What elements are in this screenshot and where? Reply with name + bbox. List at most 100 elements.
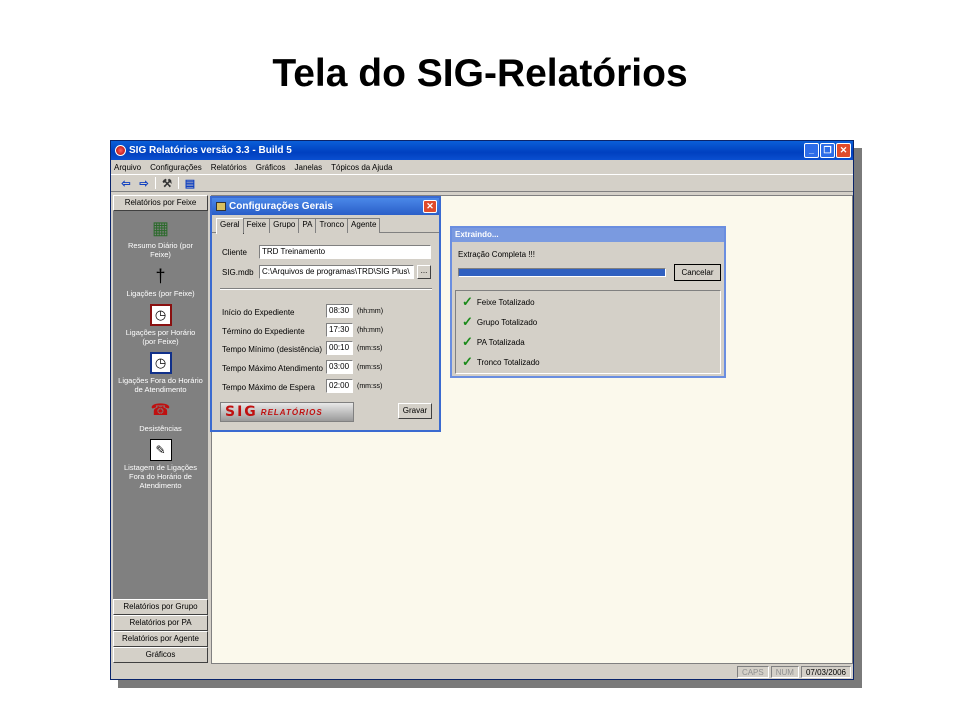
extract-progress-bar: [458, 268, 666, 277]
clock-icon: ◷: [149, 304, 172, 326]
sidebar-button-feixe[interactable]: Relatórios por Feixe: [113, 195, 208, 211]
sidebar-item-label: Listagem de Ligações Fora do Horário de …: [124, 463, 197, 490]
done-item-label: PA Totalizada: [476, 337, 525, 347]
field-label: Término do Expediente: [222, 327, 305, 336]
tab-grupo[interactable]: Grupo: [269, 218, 300, 233]
sigmdb-path-field[interactable]: C:\Arquivos de programas\TRD\SIG Plus\: [259, 265, 414, 279]
tempo-max-atendimento-field[interactable]: 03:00: [326, 360, 353, 374]
minimize-button[interactable]: _: [804, 143, 819, 158]
extract-dialog: Extraindo... Extração Completa !!! Cance…: [450, 226, 726, 378]
divider: [220, 288, 432, 290]
termino-expediente-field[interactable]: 17:30: [326, 323, 353, 337]
sidebar-item-resumo-diario[interactable]: ▦ Resumo Diário (por Feixe): [113, 217, 208, 259]
back-arrow-icon[interactable]: ⇦: [119, 177, 133, 190]
tempo-max-espera-field[interactable]: 02:00: [326, 379, 353, 393]
num-indicator: NUM: [770, 665, 799, 678]
sidebar-item-listagem[interactable]: ✎ Listagem de Ligações Fora do Horário d…: [113, 439, 208, 490]
sidebar-item-ligacoes-horario[interactable]: ◷ Ligações por Horário (por Feixe): [113, 304, 208, 346]
restore-button[interactable]: ❐: [820, 143, 835, 158]
sidebar-item-label: Ligações por Horário (por Feixe): [125, 328, 196, 346]
config-dialog: Configurações Gerais ✕ Geral Feixe Grupo…: [210, 196, 441, 432]
done-item-label: Feixe Totalizado: [476, 297, 535, 307]
menu-relatorios[interactable]: Relatórios: [211, 163, 247, 172]
title-bar[interactable]: SIG Relatórios versão 3.3 - Build 5 _ ❐ …: [111, 141, 853, 160]
window-icon[interactable]: ▤: [183, 177, 197, 190]
logo-sig: SIG: [225, 404, 258, 420]
window-title: SIG Relatórios versão 3.3 - Build 5: [129, 145, 292, 156]
checkmark-icon: ✓: [462, 354, 473, 369]
menu-janelas[interactable]: Janelas: [295, 163, 323, 172]
sidebar-item-label: Ligações (por Feixe): [126, 289, 195, 298]
unit-label: (mm:ss): [357, 364, 383, 371]
cliente-field[interactable]: TRD Treinamento: [259, 245, 431, 259]
status-date: 07/03/2006: [800, 665, 851, 678]
sidebar-button-graficos[interactable]: Gráficos: [113, 647, 208, 663]
sidebar-item-label: Ligações Fora do Horário de Atendimento: [118, 376, 203, 394]
slide-title: Tela do SIG-Relatórios: [272, 52, 688, 95]
extract-dialog-title[interactable]: Extraindo...: [452, 228, 724, 242]
config-tabs: Geral Feixe Grupo PA Tronco Agente: [212, 215, 439, 234]
menu-graficos[interactable]: Gráficos: [256, 163, 286, 172]
logo-relatorios: RELATÓRIOS: [260, 407, 323, 417]
unit-label: (mm:ss): [357, 383, 383, 390]
app-icon: [115, 145, 126, 156]
tools-icon[interactable]: ⚒: [160, 177, 174, 190]
progress-fill: [459, 269, 665, 276]
checkmark-icon: ✓: [462, 294, 473, 309]
save-button[interactable]: Gravar: [398, 403, 432, 419]
inicio-expediente-field[interactable]: 08:30: [326, 304, 353, 318]
sidebar-item-label: Resumo Diário (por Feixe): [127, 241, 194, 259]
tempo-minimo-field[interactable]: 00:10: [326, 341, 353, 355]
config-close-button[interactable]: ✕: [423, 200, 437, 213]
config-dialog-title-bar[interactable]: Configurações Gerais: [212, 198, 439, 215]
tab-geral[interactable]: Geral: [216, 218, 244, 234]
list-item: ✓ Feixe Totalizado: [462, 294, 535, 309]
sig-logo: SIG RELATÓRIOS: [220, 402, 354, 422]
field-label: Início do Expediente: [222, 308, 295, 317]
sidebar-item-desistencias[interactable]: ☎ Desistências: [113, 400, 208, 433]
list-item: ✓ PA Totalizada: [462, 334, 525, 349]
list-item: ✓ Tronco Totalizado: [462, 354, 540, 369]
sigmdb-label: SIG.mdb: [222, 268, 254, 277]
tab-agente[interactable]: Agente: [347, 218, 381, 233]
tab-feixe[interactable]: Feixe: [242, 218, 271, 233]
forward-arrow-icon[interactable]: ⇨: [137, 177, 151, 190]
sidebar-button-agente[interactable]: Relatórios por Agente: [113, 631, 208, 647]
extract-status: Extração Completa !!!: [458, 250, 535, 259]
settings-icon: [216, 202, 226, 211]
tab-pa[interactable]: PA: [298, 218, 317, 233]
done-item-label: Tronco Totalizado: [476, 357, 540, 367]
done-item-label: Grupo Totalizado: [476, 317, 538, 327]
done-list: ✓ Feixe Totalizado ✓ Grupo Totalizado ✓ …: [455, 290, 721, 374]
field-label: Tempo Máximo de Espera: [222, 383, 315, 392]
status-bar: CAPS NUM 07/03/2006: [111, 664, 853, 679]
sidebar-item-fora-horario[interactable]: ◷ Ligações Fora do Horário de Atendiment…: [113, 352, 208, 394]
sidebar-item-ligacoes[interactable]: † Ligações (por Feixe): [113, 265, 208, 298]
sidebar-button-pa[interactable]: Relatórios por PA: [113, 615, 208, 631]
clock-icon: ◷: [149, 352, 172, 374]
tab-tronco[interactable]: Tronco: [315, 218, 349, 233]
list-item: ✓ Grupo Totalizado: [462, 315, 538, 328]
caps-indicator: CAPS: [736, 665, 769, 678]
cliente-label: Cliente: [222, 248, 247, 257]
toolbar-separator: [178, 177, 179, 189]
sidebar: Relatórios por Feixe ▦ Resumo Diário (po…: [113, 195, 208, 663]
field-label: Tempo Máximo Atendimento: [222, 364, 323, 373]
toolbar-separator: [155, 177, 156, 189]
unit-label: (hh:mm): [357, 308, 384, 315]
sidebar-button-grupo[interactable]: Relatórios por Grupo: [113, 599, 208, 615]
unit-label: (hh:mm): [357, 327, 384, 334]
close-button[interactable]: ✕: [836, 143, 851, 158]
sidebar-item-label: Desistências: [139, 424, 182, 433]
menu-arquivo[interactable]: Arquivo: [114, 163, 141, 172]
cancel-button[interactable]: Cancelar: [674, 264, 721, 281]
phone-icon: ☎: [150, 402, 171, 419]
checkmark-icon: ✓: [462, 334, 473, 349]
menu-configuracoes[interactable]: Configurações: [150, 163, 202, 172]
config-dialog-title: Configurações Gerais: [229, 201, 333, 212]
toolbar: ⇦ ⇨ ⚒ ▤: [111, 174, 853, 192]
menu-topicos-ajuda[interactable]: Tópicos da Ajuda: [331, 163, 392, 172]
calendar-icon: ▦: [151, 218, 169, 238]
unit-label: (mm:ss): [357, 345, 383, 352]
browse-button[interactable]: ...: [417, 265, 431, 279]
